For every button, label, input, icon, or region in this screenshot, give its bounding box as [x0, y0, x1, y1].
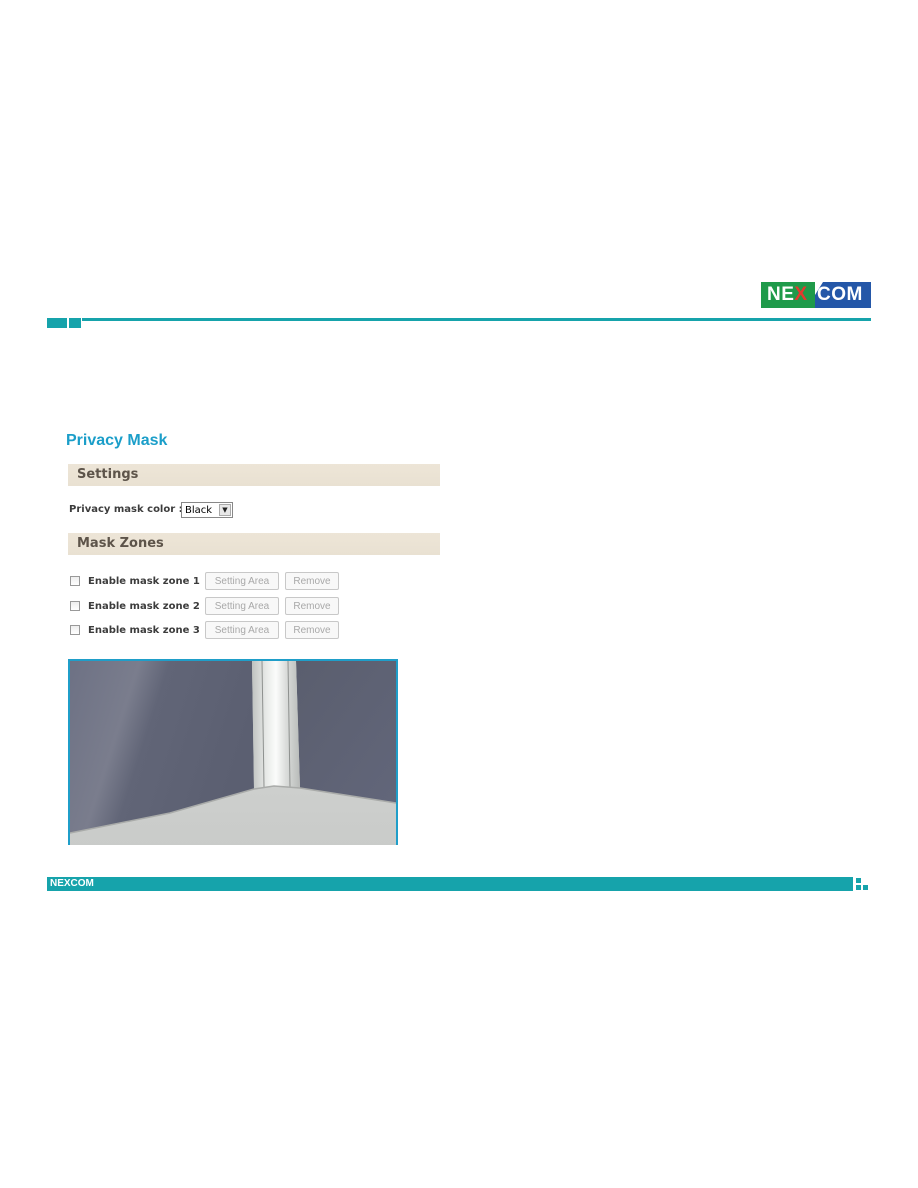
setting-area-1-button[interactable]: Setting Area [205, 572, 279, 590]
camera-video-preview[interactable] [68, 659, 398, 845]
setting-area-3-button[interactable]: Setting Area [205, 621, 279, 639]
enable-mask-zone-2-label: Enable mask zone 2 [88, 600, 200, 612]
camera-scene-image [70, 661, 396, 845]
enable-mask-zone-3-label: Enable mask zone 3 [88, 624, 200, 636]
privacy-mask-color-select[interactable]: Black ▼ [181, 502, 233, 518]
mask-zone-row-1: Enable mask zone 1 Setting Area Remove [70, 572, 345, 590]
footer-accent-square [863, 885, 868, 890]
logo-ne: NE X [761, 282, 815, 308]
mask-zones-section-header: Mask Zones [68, 533, 440, 555]
footer-nexcom-logo: NEXCOM [50, 878, 94, 889]
remove-2-button[interactable]: Remove [285, 597, 339, 615]
pillar [252, 661, 300, 789]
page-title: Privacy Mask [66, 432, 168, 449]
privacy-mask-color-label: Privacy mask color : [69, 504, 183, 515]
footer-bar [47, 877, 853, 891]
remove-1-button[interactable]: Remove [285, 572, 339, 590]
mask-zone-row-2: Enable mask zone 2 Setting Area Remove [70, 597, 345, 615]
footer-accent-square [856, 878, 861, 883]
color-select-value: Black [185, 504, 213, 516]
enable-mask-zone-3-checkbox[interactable] [70, 625, 80, 635]
nexcom-logo: NE X COM [761, 282, 871, 308]
header-accent-block [47, 318, 67, 328]
header-accent-block [69, 318, 81, 328]
chevron-down-icon[interactable]: ▼ [219, 504, 231, 516]
footer-accent-square [856, 885, 861, 890]
setting-area-2-button[interactable]: Setting Area [205, 597, 279, 615]
enable-mask-zone-1-label: Enable mask zone 1 [88, 575, 200, 587]
logo-x-mark: X [794, 284, 808, 305]
logo-com: COM [815, 282, 871, 308]
enable-mask-zone-1-checkbox[interactable] [70, 576, 80, 586]
right-wall [296, 661, 396, 803]
settings-section-header: Settings [68, 464, 440, 486]
mask-zone-row-3: Enable mask zone 3 Setting Area Remove [70, 621, 345, 639]
remove-3-button[interactable]: Remove [285, 621, 339, 639]
header-divider-line [82, 318, 871, 321]
enable-mask-zone-2-checkbox[interactable] [70, 601, 80, 611]
